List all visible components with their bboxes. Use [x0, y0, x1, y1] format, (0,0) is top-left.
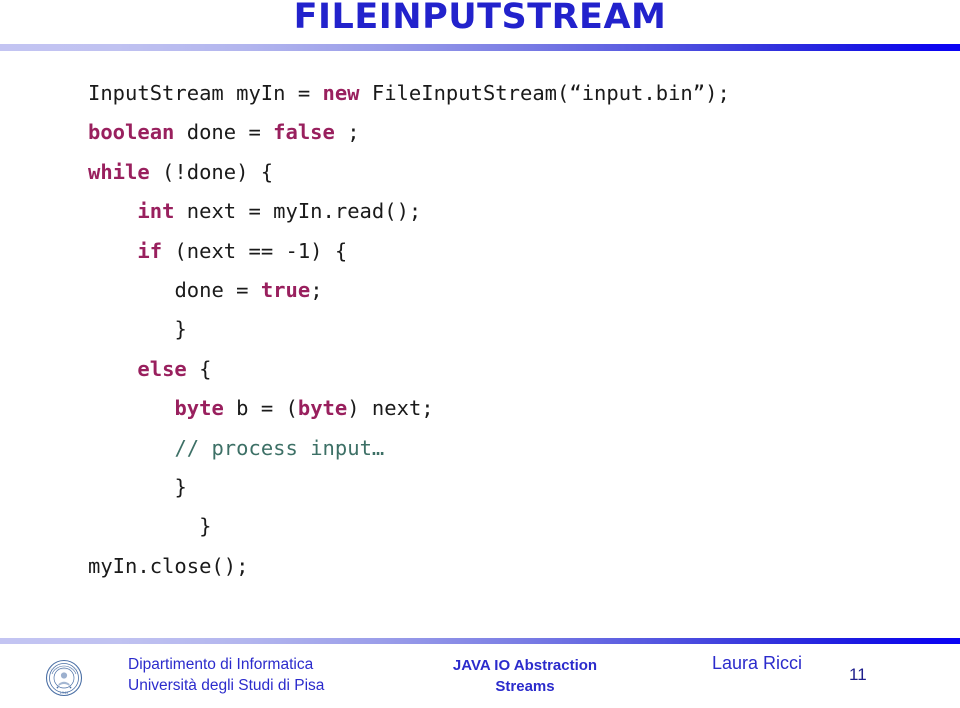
- code-keyword: while: [88, 159, 150, 184]
- code-line: while (!done) {: [0, 153, 960, 192]
- code-text: next = myIn.read();: [174, 199, 422, 224]
- code-text: ) next;: [347, 396, 434, 421]
- university-seal-icon: 1343: [38, 651, 90, 703]
- code-keyword: new: [322, 81, 360, 105]
- code-text: ;: [334, 120, 360, 145]
- code-line: InputStream myIn = new FileInputStream(“…: [0, 74, 960, 113]
- code-keyword: byte: [174, 396, 224, 421]
- code-line: myIn.close();: [0, 547, 960, 586]
- code-line: }: [0, 507, 960, 546]
- code-line: byte b = (byte) next;: [0, 389, 960, 428]
- code-line: if (next == -1) {: [0, 232, 960, 271]
- code-line: }: [0, 468, 960, 507]
- code-text: FileInputStream(“input.bin”);: [359, 81, 730, 105]
- code-line: // process input…: [0, 429, 960, 468]
- code-text: }: [199, 514, 212, 539]
- code-text: myIn.close();: [88, 553, 249, 578]
- footer-page-number: 11: [849, 665, 867, 684]
- code-keyword: int: [137, 199, 175, 224]
- code-line: int next = myIn.read();: [0, 192, 960, 231]
- footer-department: Dipartimento di Informatica Università d…: [128, 654, 324, 696]
- footer-topic-line2: Streams: [495, 678, 555, 695]
- slide-footer: 1343 Dipartimento di Informatica Univers…: [0, 644, 960, 702]
- page-title: FILEINPUTSTREAM: [293, 0, 667, 37]
- svg-text:1343: 1343: [60, 691, 68, 695]
- code-keyword: boolean: [88, 120, 175, 145]
- footer-department-line1: Dipartimento di Informatica: [128, 656, 314, 673]
- code-keyword: if: [137, 238, 163, 263]
- header-gradient-divider: [0, 44, 960, 51]
- code-text: (!done) {: [149, 159, 274, 184]
- code-keyword: false: [273, 120, 335, 145]
- code-text: }: [174, 317, 187, 342]
- code-text: InputStream myIn =: [88, 81, 323, 105]
- code-text: (next == -1) {: [162, 238, 348, 263]
- code-text: done =: [174, 120, 274, 145]
- code-text: {: [186, 356, 212, 381]
- code-line: boolean done = false ;: [0, 113, 960, 152]
- code-keyword: true: [260, 278, 311, 303]
- footer-topic-line1: JAVA IO Abstraction: [452, 657, 598, 674]
- code-line: else {: [0, 350, 960, 389]
- code-text: done =: [174, 278, 261, 303]
- code-text: b = (: [223, 396, 298, 421]
- code-listing: InputStream myIn = new FileInputStream(“…: [0, 74, 960, 586]
- footer-author: Laura Ricci: [712, 653, 803, 673]
- code-line: }: [0, 310, 960, 349]
- code-text: }: [174, 475, 187, 500]
- footer-topic: JAVA IO Abstraction Streams: [420, 655, 630, 697]
- code-comment: // process input…: [174, 435, 385, 460]
- footer-department-line2: Università degli Studi di Pisa: [128, 677, 325, 694]
- code-keyword: else: [137, 356, 187, 381]
- code-keyword: byte: [297, 396, 348, 421]
- code-text: ;: [310, 278, 323, 303]
- code-line: done = true;: [0, 271, 960, 310]
